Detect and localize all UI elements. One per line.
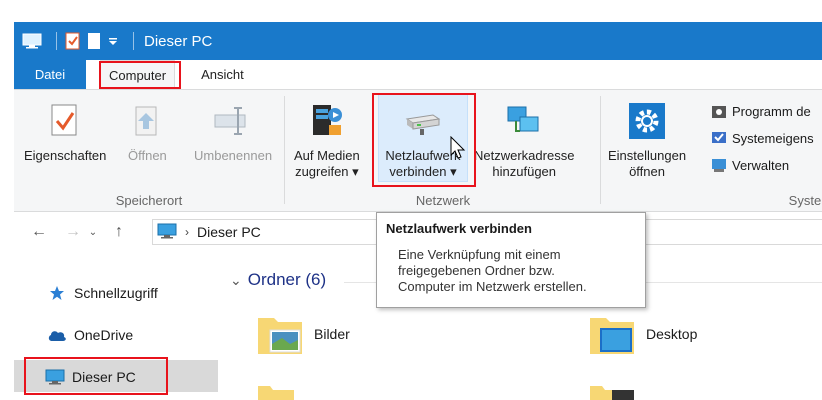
network-location-icon — [506, 98, 542, 144]
nav-item-quick-access[interactable]: Schnellzugriff — [46, 284, 158, 302]
mouse-cursor-icon — [450, 135, 466, 163]
rename-button[interactable]: Umbenennen — [194, 98, 272, 164]
properties-button[interactable]: Eigenschaften — [24, 98, 106, 164]
media-icon — [309, 98, 345, 144]
computer-icon[interactable] — [22, 33, 42, 49]
rename-label: Umbenennen — [194, 148, 273, 163]
folder-item[interactable]: Bilder — [256, 310, 350, 358]
breadcrumb-chevron-icon[interactable]: › — [185, 225, 189, 239]
rename-icon — [213, 98, 253, 144]
tooltip-body: Eine Verknüpfung mit einem freigegebenen… — [386, 247, 636, 295]
back-button[interactable]: ← — [26, 219, 52, 245]
system-properties-button[interactable]: Systemeigens — [710, 129, 814, 147]
properties-label: Eigenschaften — [24, 148, 107, 163]
add-network-location-button[interactable]: Netzwerkadresse hinzufügen — [474, 98, 574, 180]
title-separator — [133, 32, 134, 50]
properties-quick-icon[interactable] — [65, 32, 81, 50]
window-title: Dieser PC — [144, 32, 213, 50]
add-location-label-1: Netzwerkadresse — [474, 148, 575, 163]
network-group-label: Netzwerk — [415, 193, 471, 208]
breadcrumb-this-pc[interactable]: Dieser PC — [197, 224, 261, 240]
folder-icon-partial — [588, 382, 638, 400]
pictures-folder-icon — [256, 310, 304, 358]
section-title: Ordner (6) — [247, 270, 327, 289]
folder-icon-partial — [256, 382, 296, 400]
tab-file[interactable]: Datei — [14, 60, 86, 89]
tab-view[interactable]: Ansicht — [185, 60, 260, 89]
properties-icon — [50, 98, 80, 144]
add-location-label-2: hinzufügen — [492, 164, 557, 179]
settings-label-1: Einstellungen — [608, 148, 687, 163]
desktop-folder-icon — [588, 310, 636, 358]
collapse-chevron-icon: ⌄ — [230, 271, 242, 288]
folders-section-header[interactable]: ⌄ Ordner (6) — [230, 270, 326, 290]
nav-item-onedrive[interactable]: OneDrive — [46, 326, 133, 344]
folder-item[interactable]: Desktop — [588, 310, 697, 358]
open-button[interactable]: Öffnen — [128, 98, 167, 164]
tooltip-body-line: Computer im Netzwerk erstellen. — [398, 279, 587, 294]
star-icon — [46, 284, 68, 302]
access-media-label-2: zugreifen ▾ — [295, 164, 359, 179]
programs-label: Programm de — [732, 103, 811, 119]
highlight-this-pc — [24, 357, 168, 395]
system-properties-label: Systemeigens — [732, 130, 814, 146]
location-group-label: Speicherort — [115, 193, 183, 208]
open-settings-button[interactable]: Einstellungen öffnen — [608, 98, 686, 180]
programs-icon — [710, 102, 728, 120]
title-separator — [56, 32, 57, 50]
group-separator — [284, 96, 285, 204]
system-group-label: System — [788, 193, 822, 208]
cloud-icon — [46, 326, 68, 344]
folder-label: Desktop — [646, 326, 698, 342]
open-label: Öffnen — [128, 148, 167, 163]
tooltip: Netzlaufwerk verbinden Eine Verknüpfung … — [376, 212, 646, 308]
manage-button[interactable]: Verwalten — [710, 156, 789, 174]
onedrive-label: OneDrive — [74, 327, 134, 343]
highlight-computer-tab — [99, 61, 181, 89]
title-bar: Dieser PC — [14, 22, 822, 60]
system-properties-icon — [710, 129, 728, 147]
group-separator — [600, 96, 601, 204]
manage-label: Verwalten — [732, 157, 790, 173]
tooltip-title: Netzlaufwerk verbinden — [386, 221, 532, 236]
uninstall-programs-button[interactable]: Programm de — [710, 102, 811, 120]
forward-button[interactable]: → — [60, 219, 86, 245]
manage-icon — [710, 156, 728, 174]
settings-label-2: öffnen — [629, 164, 665, 179]
recent-locations-button[interactable]: ⌄ — [86, 219, 100, 245]
quick-access-label: Schnellzugriff — [74, 285, 158, 301]
address-computer-icon — [157, 223, 177, 242]
folder-label: Bilder — [314, 326, 350, 342]
tooltip-body-line: Eine Verknüpfung mit einem — [398, 247, 561, 262]
system-group: Einstellungen öffnen Programm de Systeme… — [602, 90, 822, 212]
up-button[interactable]: ↑ — [106, 219, 132, 245]
access-media-label-1: Auf Medien — [294, 148, 360, 163]
tooltip-body-line: freigegebenen Ordner bzw. — [398, 263, 555, 278]
gear-icon — [627, 98, 667, 144]
location-group: Eigenschaften Öffnen Umbenennen Speicher… — [14, 90, 284, 212]
access-media-button[interactable]: Auf Medien zugreifen ▾ — [294, 98, 360, 180]
open-icon — [132, 98, 162, 144]
new-folder-quick-icon[interactable] — [87, 32, 101, 50]
customize-quick-access-icon[interactable] — [107, 35, 119, 47]
